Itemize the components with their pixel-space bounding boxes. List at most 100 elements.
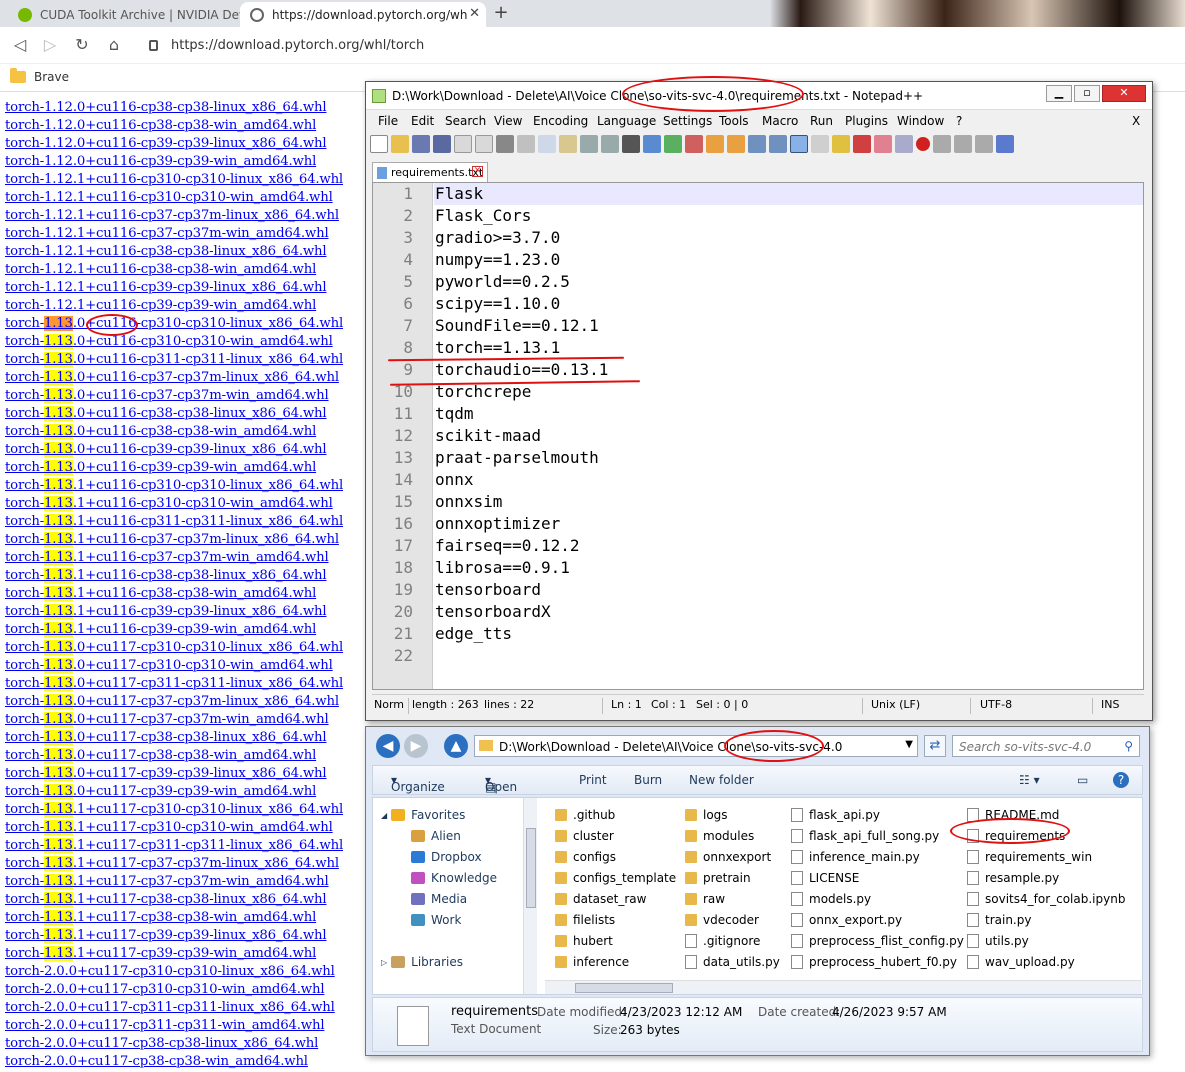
code-line[interactable]: tensorboard — [434, 579, 1143, 601]
menu-encoding[interactable]: Encoding — [533, 114, 588, 128]
folder-item[interactable]: configs_template — [555, 871, 676, 885]
wheel-link[interactable]: torch-1.13.1+cu116-cp310-cp310-linux_x86… — [5, 477, 365, 495]
record-macro-icon[interactable] — [916, 137, 930, 151]
code-line[interactable]: tqdm — [434, 403, 1143, 425]
wheel-link[interactable]: torch-1.13.1+cu116-cp39-cp39-linux_x86_6… — [5, 603, 365, 621]
view-options-icon[interactable]: ☷ ▾ — [1019, 773, 1040, 787]
code-line[interactable]: fairseq==0.12.2 — [434, 535, 1143, 557]
wheel-link[interactable]: torch-1.13.1+cu117-cp310-cp310-linux_x86… — [5, 801, 365, 819]
tab-cuda-archive[interactable]: CUDA Toolkit Archive | NVIDIA Develo — [8, 2, 240, 27]
wheel-link[interactable]: torch-2.0.0+cu117-cp311-cp311-win_amd64.… — [5, 1017, 365, 1035]
close-file-icon[interactable] — [454, 135, 472, 153]
folder-item[interactable]: configs — [555, 850, 616, 864]
wheel-link[interactable]: torch-1.13.1+cu117-cp38-cp38-win_amd64.w… — [5, 909, 365, 927]
file-item[interactable]: flask_api.py — [791, 808, 880, 822]
preview-pane-icon[interactable]: ▭ — [1077, 773, 1088, 787]
folder-item[interactable]: cluster — [555, 829, 614, 843]
undo-icon[interactable] — [580, 135, 598, 153]
menu-search[interactable]: Search — [445, 114, 486, 128]
file-item[interactable]: .gitignore — [685, 934, 760, 948]
wheel-link[interactable]: torch-1.13.0+cu117-cp310-cp310-win_amd64… — [5, 657, 365, 675]
folder-item[interactable]: inference — [555, 955, 629, 969]
redo-icon[interactable] — [601, 135, 619, 153]
folder-item[interactable]: vdecoder — [685, 913, 759, 927]
function-list-icon[interactable] — [853, 135, 871, 153]
save-icon[interactable] — [412, 135, 430, 153]
menu-macro[interactable]: Macro — [762, 114, 798, 128]
code-lines[interactable]: Flask Flask_Cors gradio>=3.7.0 numpy==1.23.… — [434, 183, 1143, 667]
paste-icon[interactable] — [559, 135, 577, 153]
organize-button[interactable]: Organize ▾ — [391, 773, 445, 794]
wheel-link[interactable]: torch-1.12.1+cu116-cp39-cp39-linux_x86_6… — [5, 279, 365, 297]
wheel-link[interactable]: torch-2.0.0+cu117-cp310-cp310-win_amd64.… — [5, 981, 365, 999]
nav-scroll-thumb[interactable] — [526, 828, 536, 908]
copy-icon[interactable] — [538, 135, 556, 153]
folder-item[interactable]: modules — [685, 829, 754, 843]
replace-icon[interactable] — [643, 135, 661, 153]
code-line[interactable]: scikit-maad — [434, 425, 1143, 447]
folder-item[interactable]: filelists — [555, 913, 615, 927]
wheel-link[interactable]: torch-1.12.1+cu116-cp38-cp38-linux_x86_6… — [5, 243, 365, 261]
code-line[interactable]: tensorboardX — [434, 601, 1143, 623]
code-line[interactable]: numpy==1.23.0 — [434, 249, 1143, 271]
file-item[interactable]: preprocess_flist_config.py — [791, 934, 964, 948]
wheel-link[interactable]: torch-1.13.0+cu117-cp37-cp37m-linux_x86_… — [5, 693, 365, 711]
close-tab-icon[interactable]: ✕ — [469, 6, 480, 21]
expand-arrow-icon[interactable]: ▷ — [381, 958, 387, 967]
file-item[interactable]: sovits4_for_colab.ipynb — [967, 892, 1125, 906]
nav-dropbox[interactable]: Dropbox — [411, 850, 482, 864]
nav-alien[interactable]: Alien — [411, 829, 461, 843]
code-line[interactable]: librosa==0.9.1 — [434, 557, 1143, 579]
code-line[interactable]: scipy==1.10.0 — [434, 293, 1143, 315]
wheel-link[interactable]: torch-1.13.0+cu116-cp310-cp310-win_amd64… — [5, 333, 365, 351]
word-wrap-icon[interactable] — [748, 135, 766, 153]
tab-pytorch-download[interactable]: https://download.pytorch.org/wh ✕ — [240, 2, 486, 27]
menu-plugins[interactable]: Plugins — [845, 114, 888, 128]
menu-tools[interactable]: Tools — [719, 114, 749, 128]
doc-map-icon[interactable] — [832, 135, 850, 153]
zoom-out-icon[interactable] — [685, 135, 703, 153]
folder-item[interactable]: pretrain — [685, 871, 751, 885]
wheel-link[interactable]: torch-1.13.0+cu116-cp37-cp37m-linux_x86_… — [5, 369, 365, 387]
wheel-link[interactable]: torch-1.12.0+cu116-cp38-cp38-win_amd64.w… — [5, 117, 365, 135]
code-line[interactable]: gradio>=3.7.0 — [434, 227, 1143, 249]
show-all-chars-icon[interactable] — [769, 135, 787, 153]
nav-media[interactable]: Media — [411, 892, 467, 906]
wheel-link[interactable]: torch-1.13.1+cu116-cp310-cp310-win_amd64… — [5, 495, 365, 513]
reload-icon[interactable]: ↻ — [72, 35, 92, 55]
wheel-link[interactable]: torch-2.0.0+cu117-cp38-cp38-win_amd64.wh… — [5, 1053, 365, 1071]
wheel-link[interactable]: torch-1.13.0+cu117-cp38-cp38-win_amd64.w… — [5, 747, 365, 765]
wheel-link[interactable]: torch-1.12.0+cu116-cp38-cp38-linux_x86_6… — [5, 99, 365, 117]
close-all-icon[interactable] — [475, 135, 493, 153]
burn-button[interactable]: Burn — [634, 773, 662, 787]
editor-tab-requirements[interactable]: requirements.txt ✕ — [372, 162, 488, 182]
menu-window[interactable]: Window — [897, 114, 944, 128]
code-line[interactable]: torchaudio==0.13.1 — [434, 359, 1143, 381]
wheel-link[interactable]: torch-1.13.1+cu117-cp311-cp311-linux_x86… — [5, 837, 365, 855]
explorer-path-box[interactable]: D:\Work\Download - Delete\AI\Voice Clone… — [474, 735, 918, 757]
folder-item[interactable]: hubert — [555, 934, 613, 948]
wheel-link[interactable]: torch-1.12.1+cu116-cp37-cp37m-linux_x86_… — [5, 207, 365, 225]
file-item[interactable]: onnx_export.py — [791, 913, 902, 927]
code-line[interactable]: edge_tts — [434, 623, 1143, 645]
close-tab-icon[interactable]: ✕ — [472, 166, 483, 177]
wheel-link[interactable]: torch-1.13.1+cu117-cp310-cp310-win_amd64… — [5, 819, 365, 837]
wheel-link[interactable]: torch-2.0.0+cu117-cp38-cp38-linux_x86_64… — [5, 1035, 365, 1053]
forward-arrow-icon[interactable]: ▷ — [40, 35, 60, 55]
wheel-link[interactable]: torch-1.13.1+cu117-cp37-cp37m-win_amd64.… — [5, 873, 365, 891]
menu-settings[interactable]: Settings — [663, 114, 712, 128]
folder-workspace-icon[interactable] — [874, 135, 892, 153]
up-arrow-icon[interactable]: ▲ — [444, 734, 468, 758]
save-macro-icon[interactable] — [996, 135, 1014, 153]
nav-work[interactable]: Work — [411, 913, 461, 927]
wheel-link[interactable]: torch-1.13.1+cu116-cp38-cp38-linux_x86_6… — [5, 567, 365, 585]
menu-file[interactable]: File — [378, 114, 398, 128]
folder-item[interactable]: onnxexport — [685, 850, 771, 864]
stop-macro-icon[interactable] — [933, 135, 951, 153]
wheel-link[interactable]: torch-1.13.0+cu116-cp310-cp310-linux_x86… — [5, 315, 365, 333]
wheel-link[interactable]: torch-1.12.1+cu116-cp310-cp310-linux_x86… — [5, 171, 365, 189]
scroll-thumb[interactable] — [575, 983, 673, 993]
close-button[interactable]: ✕ — [1102, 85, 1146, 102]
file-item[interactable]: train.py — [967, 913, 1031, 927]
wheel-link[interactable]: torch-1.12.1+cu116-cp310-cp310-win_amd64… — [5, 189, 365, 207]
